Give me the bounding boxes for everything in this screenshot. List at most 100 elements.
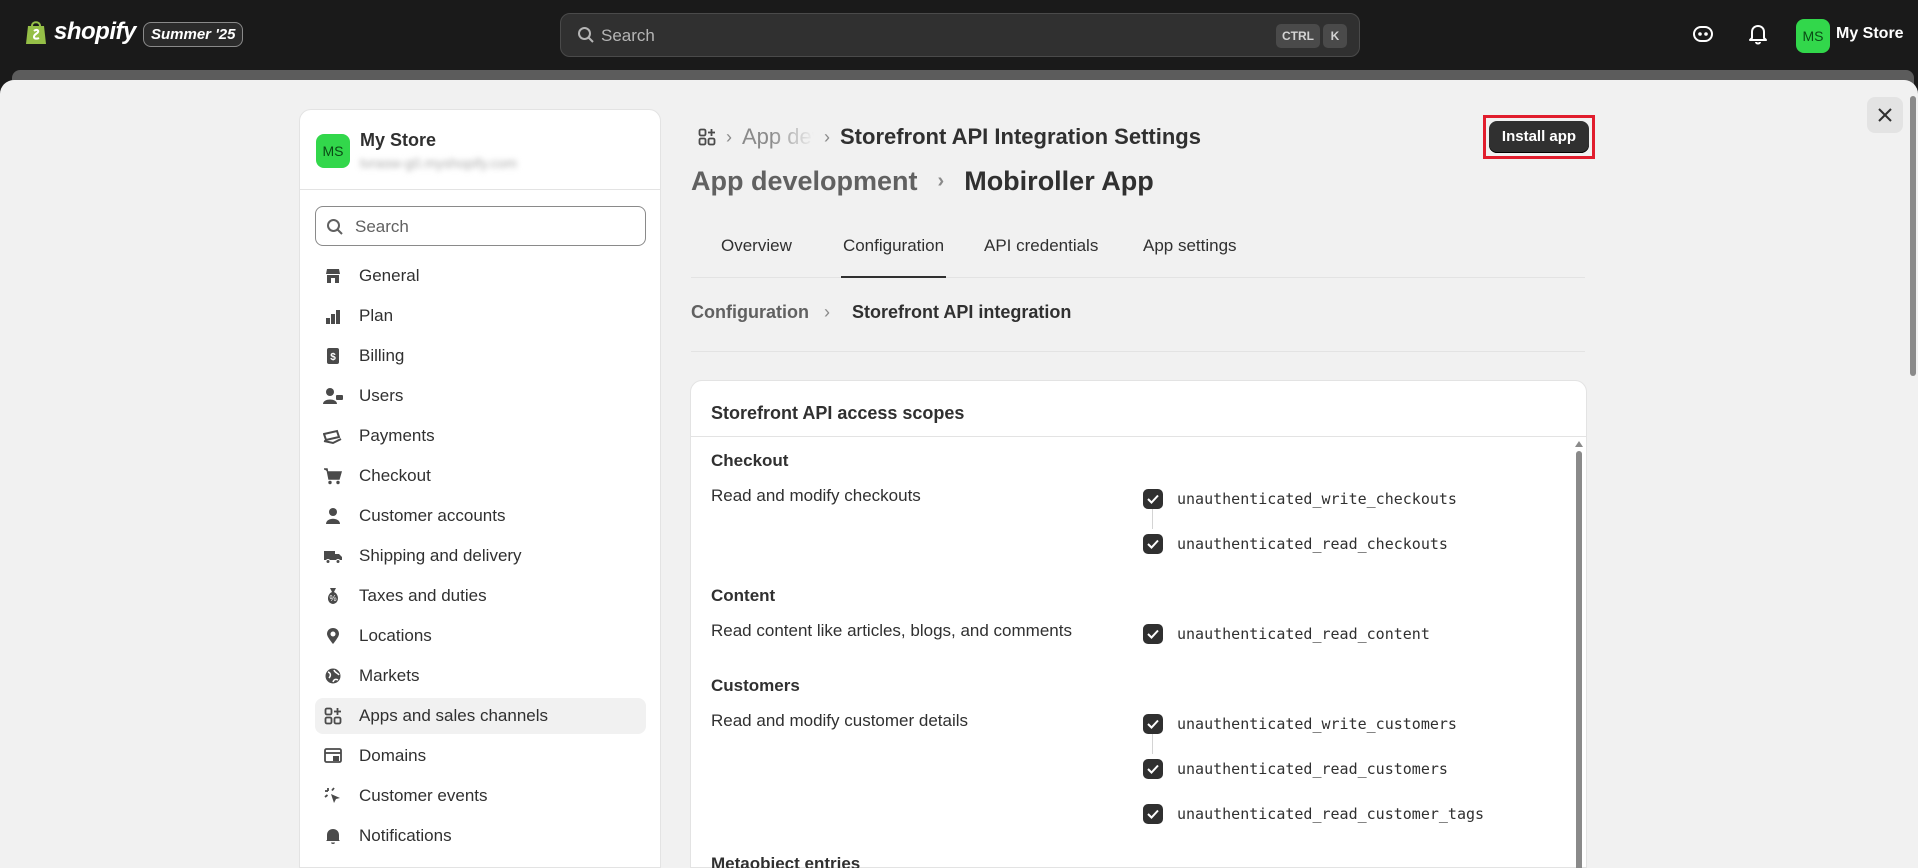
- breadcrumb-current: Storefront API Integration Settings: [840, 124, 1201, 149]
- page-scrollbar-thumb[interactable]: [1910, 96, 1916, 376]
- scope-checkbox-row[interactable]: unauthenticated_read_checkouts: [1143, 534, 1448, 554]
- search-icon: [578, 27, 594, 43]
- card-scrollbar-thumb[interactable]: [1576, 451, 1582, 868]
- svg-text:$: $: [330, 352, 336, 363]
- tab-configuration[interactable]: Configuration: [841, 228, 946, 278]
- tab-overview[interactable]: Overview: [721, 228, 792, 278]
- tab-api-credentials[interactable]: API credentials: [984, 228, 1098, 278]
- edition-badge[interactable]: Summer '25: [143, 22, 244, 47]
- sidebar-item-markets[interactable]: Markets: [315, 658, 646, 694]
- page-title: App development › Mobiroller App: [691, 166, 1154, 197]
- scope-checkbox-row[interactable]: unauthenticated_read_customer_tags: [1143, 804, 1484, 824]
- users-icon: [323, 386, 343, 406]
- sidebar-item-users[interactable]: Users: [315, 378, 646, 414]
- sidebar-item-plan[interactable]: Plan: [315, 298, 646, 334]
- store-avatar: MS: [316, 134, 350, 168]
- domains-icon: [323, 746, 343, 766]
- sidebar-item-domains[interactable]: Domains: [315, 738, 646, 774]
- scope-connector: [1152, 509, 1153, 529]
- scope-checkbox-row[interactable]: unauthenticated_read_customers: [1143, 759, 1448, 779]
- settings-search-input[interactable]: Search: [315, 206, 646, 246]
- card-scrollbar[interactable]: [1575, 441, 1583, 868]
- scope-label: unauthenticated_write_checkouts: [1177, 490, 1457, 508]
- tab-bar: Overview Configuration API credentials A…: [691, 228, 1585, 278]
- check-icon: [1147, 719, 1159, 729]
- search-icon: [327, 219, 343, 235]
- shopify-logo[interactable]: shopify: [24, 18, 136, 46]
- scope-label: unauthenticated_read_content: [1177, 625, 1430, 643]
- top-bar: shopify Summer '25 Search CTRL K MS My S…: [0, 0, 1918, 70]
- chevron-right-icon: ›: [824, 126, 830, 147]
- sidebar-item-label: Taxes and duties: [359, 586, 487, 605]
- chevron-right-icon: ›: [824, 302, 830, 322]
- settings-nav: General Plan $ Billing Users Payments Ch…: [315, 258, 646, 858]
- scope-checkbox-row[interactable]: unauthenticated_write_checkouts: [1143, 489, 1457, 509]
- sidebar-item-general[interactable]: General: [315, 258, 646, 294]
- configuration-link[interactable]: Configuration: [691, 302, 809, 323]
- scope-checkbox-row[interactable]: unauthenticated_write_customers: [1143, 714, 1457, 734]
- user-avatar[interactable]: MS: [1796, 19, 1830, 53]
- tab-app-settings[interactable]: App settings: [1143, 228, 1237, 278]
- chevron-right-icon: ›: [937, 170, 945, 192]
- section-checkout-description: Read and modify checkouts: [711, 486, 921, 505]
- checkbox-checked[interactable]: [1143, 714, 1163, 734]
- store-url: tvrasw-g0.myshopify.com: [360, 155, 517, 171]
- bell-icon[interactable]: [1748, 23, 1768, 45]
- divider: [691, 436, 1586, 437]
- page-scrollbar[interactable]: [1908, 86, 1918, 868]
- store-menu[interactable]: My Store: [1836, 25, 1904, 43]
- checkbox-checked[interactable]: [1143, 534, 1163, 554]
- sidebar-item-apps[interactable]: Apps and sales channels: [315, 698, 646, 734]
- checkbox-checked[interactable]: [1143, 759, 1163, 779]
- title-parent-link[interactable]: App development: [691, 166, 918, 197]
- checkbox-checked[interactable]: [1143, 489, 1163, 509]
- section-content-title: Content: [711, 586, 776, 605]
- card-title: Storefront API access scopes: [711, 403, 965, 423]
- store-header[interactable]: MS My Store tvrasw-g0.myshopify.com: [300, 110, 660, 190]
- checkbox-checked[interactable]: [1143, 624, 1163, 644]
- sidebar-item-label: Notifications: [359, 826, 452, 845]
- truck-icon: [323, 546, 343, 566]
- bell-icon: [323, 826, 343, 846]
- chevron-right-icon: ›: [726, 126, 732, 147]
- sidebar-item-shipping[interactable]: Shipping and delivery: [315, 538, 646, 574]
- scroll-up-arrow-icon[interactable]: [1575, 441, 1583, 447]
- scope-label: unauthenticated_write_customers: [1177, 715, 1457, 733]
- sidebar-item-customer-accounts[interactable]: Customer accounts: [315, 498, 646, 534]
- billing-icon: $: [323, 346, 343, 366]
- sidebar-item-payments[interactable]: Payments: [315, 418, 646, 454]
- apps-icon: [323, 706, 343, 726]
- breadcrumb-app-development[interactable]: App development: [742, 124, 814, 150]
- settings-search-placeholder: Search: [355, 217, 409, 236]
- close-settings-button[interactable]: [1867, 97, 1903, 133]
- scope-checkbox-row[interactable]: unauthenticated_read_content: [1143, 624, 1430, 644]
- sidebar-item-billing[interactable]: $ Billing: [315, 338, 646, 374]
- check-icon: [1147, 539, 1159, 549]
- sidebar-item-label: Markets: [359, 666, 420, 685]
- sidebar-item-label: Customer events: [359, 786, 488, 805]
- sidebar-item-notifications[interactable]: Notifications: [315, 818, 646, 854]
- sidebar-item-label: Domains: [359, 746, 427, 765]
- sidebar-item-label: Shipping and delivery: [359, 546, 522, 565]
- section-content-description: Read content like articles, blogs, and c…: [711, 621, 1072, 640]
- sidebar-item-label: Customer accounts: [359, 506, 506, 525]
- access-scopes-card: Storefront API access scopes Checkout Re…: [690, 380, 1587, 868]
- sidekick-icon[interactable]: [1692, 23, 1714, 45]
- settings-sidebar: MS My Store tvrasw-g0.myshopify.com Sear…: [299, 109, 661, 868]
- sidebar-item-taxes[interactable]: % Taxes and duties: [315, 578, 646, 614]
- install-app-button[interactable]: Install app: [1489, 121, 1589, 153]
- checkbox-checked[interactable]: [1143, 804, 1163, 824]
- check-icon: [1147, 494, 1159, 504]
- globe-icon: [323, 666, 343, 686]
- location-icon: [323, 626, 343, 646]
- apps-icon[interactable]: [698, 128, 716, 146]
- global-search-input[interactable]: Search CTRL K: [560, 13, 1360, 57]
- cart-icon: [323, 466, 343, 486]
- sidebar-item-locations[interactable]: Locations: [315, 618, 646, 654]
- storefront-integration-label: Storefront API integration: [852, 302, 1072, 322]
- sidebar-item-checkout[interactable]: Checkout: [315, 458, 646, 494]
- store-icon: [323, 266, 343, 286]
- breadcrumb: › App development › Storefront API Integ…: [698, 124, 1201, 150]
- sidebar-item-customer-events[interactable]: Customer events: [315, 778, 646, 814]
- app-name: Mobiroller App: [964, 166, 1154, 196]
